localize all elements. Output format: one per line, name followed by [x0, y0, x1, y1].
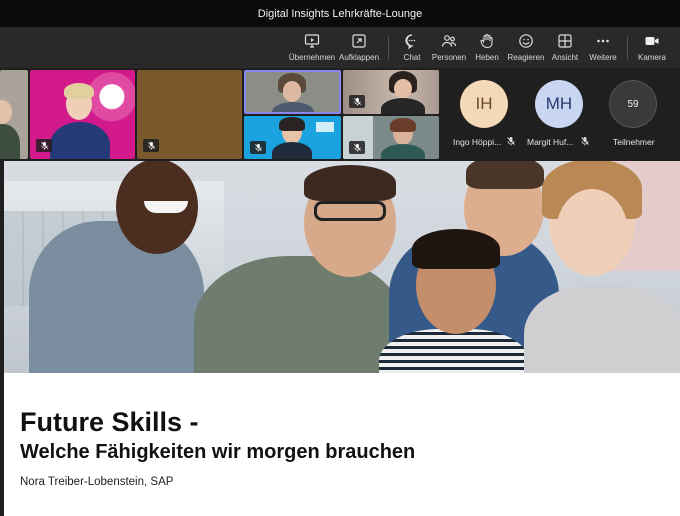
participant-video-tile[interactable]: [343, 116, 439, 159]
view-icon: [558, 34, 572, 48]
react-icon: [519, 34, 533, 48]
window-titlebar: Digital Insights Lehrkräfte-Lounge: [0, 0, 680, 27]
participant-shoulders: [381, 98, 425, 114]
participant-shoulders: [272, 102, 314, 112]
participant-count-label: Teilnehmer: [613, 137, 655, 147]
slide-subtitle: Welche Fähigkeiten wir morgen brauchen: [20, 441, 416, 463]
slide-photo: [4, 161, 680, 373]
participant-shoulders: [0, 124, 20, 159]
more-label: Weitere: [589, 53, 617, 62]
participant-video-tile[interactable]: [244, 116, 341, 159]
person-shirt: [524, 286, 680, 373]
take-control-button[interactable]: Übernehmen: [286, 31, 338, 65]
participant-avatar-ih[interactable]: IH: [460, 80, 508, 128]
view-label: Ansicht: [551, 53, 579, 62]
participant-hair: [64, 83, 94, 99]
participant-shoulders: [50, 122, 110, 159]
participant-avatar-mh[interactable]: MH: [535, 80, 583, 128]
slide-author: Nora Treiber-Lobenstein, SAP: [20, 476, 174, 488]
slide-title: Future Skills -: [20, 407, 199, 437]
camera-button[interactable]: Kamera: [626, 31, 678, 65]
person-glasses: [314, 201, 386, 221]
chat-icon: [405, 34, 416, 49]
participant-video-tile[interactable]: [137, 70, 242, 159]
participant-shoulders: [272, 142, 312, 159]
background-logo: [316, 122, 334, 132]
person-hair: [412, 229, 500, 269]
more-icon: [597, 39, 609, 43]
avatar-initials: MH: [545, 94, 573, 113]
window-title: Digital Insights Lehrkräfte-Lounge: [257, 7, 423, 20]
take-control-icon: [304, 34, 320, 48]
meeting-toolbar: Übernehmen Aufklappen Chat Personen Hebe…: [0, 27, 680, 68]
person-smile: [144, 201, 188, 213]
participant-hair: [279, 117, 305, 131]
avatar-initials: IH: [475, 94, 493, 113]
participant-face: [283, 81, 301, 101]
person-hair: [466, 161, 544, 189]
person-hair: [304, 165, 396, 201]
people-icon: [441, 35, 457, 47]
participant-count-button[interactable]: 59: [609, 80, 657, 128]
participant-count: 59: [627, 98, 639, 110]
mic-off-icon: [254, 143, 262, 152]
person-shirt: [379, 329, 529, 373]
participant-video-tile[interactable]: [0, 70, 28, 159]
mic-off-icon: [40, 141, 48, 150]
take-control-label: Übernehmen: [288, 53, 336, 62]
active-speaker-tile[interactable]: [244, 70, 341, 114]
mic-off-icon: [353, 97, 361, 106]
raise-hand-label: Heben: [475, 53, 499, 62]
participant-name: Margit Huf...: [527, 137, 574, 147]
expand-label: Aufklappen: [338, 53, 380, 62]
participant-face: [394, 79, 412, 98]
expand-button[interactable]: Aufklappen: [333, 31, 385, 65]
mic-off-icon: [507, 137, 515, 146]
chat-label: Chat: [403, 53, 421, 62]
muted-indicator: [349, 141, 365, 154]
more-button[interactable]: Weitere: [577, 31, 629, 65]
person-shirt: [194, 256, 404, 373]
camera-icon: [645, 37, 659, 45]
participant-hair: [390, 118, 416, 132]
raise-hand-icon: [480, 33, 493, 49]
mic-off-icon: [353, 143, 361, 152]
expand-icon: [352, 34, 366, 48]
participant-shoulders: [381, 144, 425, 159]
participant-face: [0, 100, 12, 124]
participant-strip: IH Ingo Höppi... MH Margit Huf... 59 Tei…: [0, 68, 680, 160]
muted-indicator: [349, 95, 365, 108]
muted-indicator: [36, 139, 52, 152]
mic-off-icon: [581, 137, 589, 146]
shared-presentation-slide: Future Skills - Welche Fähigkeiten wir m…: [4, 161, 680, 516]
participant-video-tile[interactable]: [30, 70, 135, 159]
camera-label: Kamera: [637, 53, 666, 62]
muted-indicator: [143, 139, 159, 152]
muted-indicator: [250, 141, 266, 154]
participant-name: Ingo Höppi...: [453, 137, 502, 147]
person-face: [556, 189, 628, 275]
participant-video-tile[interactable]: [343, 70, 439, 114]
mic-off-icon: [147, 141, 155, 150]
